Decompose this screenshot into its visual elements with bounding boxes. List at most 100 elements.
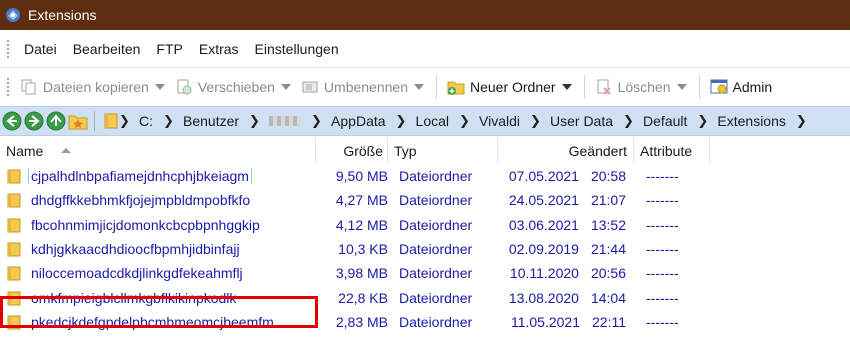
breadcrumb-benutzer[interactable]: Benutzer (173, 113, 249, 129)
menu-ftp[interactable]: FTP (148, 39, 190, 59)
folder-icon (7, 192, 21, 208)
file-modified: 03.06.2021 13:52 (498, 217, 634, 233)
move-icon (175, 78, 193, 96)
rename-label: Umbenennen (323, 79, 408, 95)
back-icon[interactable] (2, 111, 22, 131)
title-bar: Extensions (0, 0, 850, 30)
folder-icon (7, 168, 21, 184)
file-size: 2,83 MB (335, 313, 388, 330)
breadcrumb-appdata[interactable]: AppData (321, 113, 395, 129)
file-size: 10,3 KB (338, 241, 388, 258)
file-time: 14:04 (590, 289, 626, 306)
delete-button[interactable]: Löschen (591, 72, 675, 102)
file-modified: 02.09.2019 21:44 (498, 241, 634, 257)
column-header-name-label: Name (6, 142, 44, 159)
table-row[interactable]: kdhjgkkaacdhdioocfbpmhjidbinfajj 10,3 KB… (0, 237, 850, 261)
column-header-modified[interactable]: Geändert (498, 137, 634, 164)
table-row[interactable]: fbcohnmimjicjdomonkcbcpbpnhggkip 4,12 MB… (0, 213, 850, 237)
folder-icon (103, 111, 119, 131)
address-separator (94, 111, 95, 131)
file-type: Dateiordner (399, 289, 473, 306)
breadcrumb-local[interactable]: Local (406, 113, 459, 129)
new-folder-dropdown[interactable] (560, 72, 574, 102)
favorites-icon[interactable] (68, 111, 88, 131)
copy-files-button[interactable]: Dateien kopieren (16, 72, 153, 102)
column-header-size-label: Größe (343, 142, 383, 159)
chevron-right-icon[interactable]: ❯ (396, 113, 407, 129)
menu-datei[interactable]: Datei (16, 39, 65, 59)
file-time: 20:56 (590, 265, 626, 282)
file-date: 03.06.2021 (508, 216, 579, 233)
copy-files-dropdown[interactable] (153, 72, 167, 102)
table-row[interactable]: niloccemoadcdkdjlinkgdfekeahmflj 3,98 MB… (0, 261, 850, 285)
chevron-right-icon[interactable]: ❯ (163, 113, 174, 129)
breadcrumb-default[interactable]: Default (633, 113, 697, 129)
menu-einstellungen[interactable]: Einstellungen (247, 39, 347, 59)
file-name: cjpalhdlnbpafiamejdnhcphjbkeiagm (28, 168, 252, 185)
file-modified: 10.11.2020 20:56 (498, 265, 634, 281)
file-time: 21:44 (590, 241, 626, 258)
menu-extras[interactable]: Extras (191, 39, 247, 59)
toolbar-separator (435, 75, 437, 99)
chevron-right-icon[interactable]: ❯ (311, 113, 322, 129)
file-date: 24.05.2021 (508, 192, 579, 209)
column-header-type[interactable]: Typ (388, 137, 498, 164)
breadcrumb-drive[interactable]: C: (129, 113, 163, 129)
copy-files-label: Dateien kopieren (43, 79, 149, 95)
column-header-attributes[interactable]: Attribute (634, 137, 710, 164)
address-bar: ❯ C: ❯ Benutzer ❯ ❯ AppData ❯ Local ❯ Vi… (0, 106, 850, 136)
file-name: dhdgffkkebhmkfjojejmpbldmpobfkfo (31, 192, 251, 209)
file-date: 10.11.2020 (509, 265, 579, 282)
toolbar-grip[interactable] (6, 77, 10, 97)
breadcrumb-vivaldi[interactable]: Vivaldi (469, 113, 530, 129)
file-name: kdhjgkkaacdhdioocfbpmhjidbinfajj (31, 241, 240, 258)
file-name-cell: fbcohnmimjicjdomonkcbcpbpnhggkip (0, 217, 316, 233)
file-size: 4,12 MB (335, 216, 388, 233)
chevron-right-icon[interactable]: ❯ (249, 113, 260, 129)
file-name-cell: dhdgffkkebhmkfjojejmpbldmpobfkfo (0, 192, 316, 208)
column-header-name[interactable]: Name (0, 137, 316, 164)
breadcrumb-user-data[interactable]: User Data (540, 113, 623, 129)
menu-grip[interactable] (6, 38, 10, 59)
move-dropdown[interactable] (279, 72, 293, 102)
breadcrumb-extensions[interactable]: Extensions (707, 113, 795, 129)
admin-label: Admin (732, 79, 773, 95)
file-attributes: ------- (646, 265, 679, 282)
file-modified: 13.08.2020 14:04 (498, 290, 634, 306)
new-folder-button[interactable]: Neuer Ordner (443, 72, 560, 102)
admin-icon (710, 78, 728, 96)
up-icon[interactable] (46, 111, 66, 131)
chevron-right-icon[interactable]: ❯ (697, 113, 708, 129)
column-header-modified-label: Geändert (568, 142, 627, 159)
admin-button[interactable]: Admin (706, 72, 777, 102)
table-row[interactable]: dhdgffkkebhmkfjojejmpbldmpobfkfo 4,27 MB… (0, 188, 850, 212)
file-attributes: ------- (646, 168, 679, 185)
chevron-right-icon[interactable]: ❯ (119, 113, 130, 129)
chevron-right-icon[interactable]: ❯ (623, 113, 634, 129)
forward-icon[interactable] (24, 111, 44, 131)
file-attributes: ------- (646, 313, 679, 330)
rename-button[interactable]: Umbenennen (297, 72, 412, 102)
table-row[interactable]: cjpalhdlnbpafiamejdnhcphjbkeiagm 9,50 MB… (0, 164, 850, 188)
breadcrumb: ❯ C: ❯ Benutzer ❯ ❯ AppData ❯ Local ❯ Vi… (119, 113, 807, 129)
folder-icon (7, 217, 21, 233)
rename-icon (301, 78, 319, 96)
file-size: 3,98 MB (335, 265, 388, 282)
file-type: Dateiordner (399, 192, 473, 209)
window-title: Extensions (28, 7, 97, 23)
chevron-right-icon[interactable]: ❯ (530, 113, 541, 129)
column-header-size[interactable]: Größe (316, 137, 388, 164)
breadcrumb-username-redacted[interactable] (269, 116, 302, 126)
menu-bar: Datei Bearbeiten FTP Extras Einstellunge… (0, 30, 850, 68)
chevron-right-icon[interactable]: ❯ (796, 113, 807, 129)
chevron-right-icon[interactable]: ❯ (459, 113, 470, 129)
toolbar-separator (583, 75, 585, 99)
delete-dropdown[interactable] (675, 72, 689, 102)
file-attributes: ------- (646, 241, 679, 258)
file-time: 21:07 (590, 192, 626, 209)
file-date: 13.08.2020 (508, 289, 579, 306)
rename-dropdown[interactable] (412, 72, 426, 102)
menu-bearbeiten[interactable]: Bearbeiten (65, 39, 149, 59)
move-button[interactable]: Verschieben (171, 72, 279, 102)
file-modified: 07.05.2021 20:58 (498, 168, 634, 184)
